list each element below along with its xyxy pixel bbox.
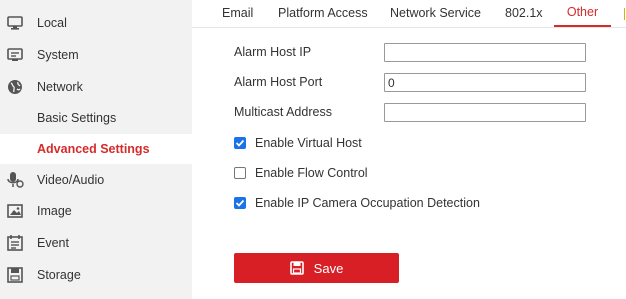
monitor-icon [6,14,24,32]
save-button[interactable]: Save [234,253,399,283]
tab-platform-access[interactable]: Platform Access [278,0,368,27]
multicast-address-label: Multicast Address [234,105,332,119]
globe-icon [6,78,24,96]
sidebar-item-label: Storage [37,268,81,282]
sidebar-item-advanced-settings[interactable]: Advanced Settings [0,134,192,164]
sidebar-item-label: Local [37,16,67,30]
alarm-host-ip-label: Alarm Host IP [234,45,312,59]
sidebar-item-storage[interactable]: Storage [0,260,192,290]
storage-icon [6,266,24,284]
sidebar-item-label: Event [37,236,69,250]
image-icon [6,202,24,220]
sidebar-item-event[interactable]: Event [0,228,192,258]
sidebar: Local System Network Basic Settings Adva… [0,0,192,299]
tab-email[interactable]: Email [222,0,253,27]
enable-virtual-host-checkbox[interactable] [234,137,246,149]
sidebar-item-label: Advanced Settings [37,142,150,156]
alarm-host-port-label: Alarm Host Port [234,75,323,89]
tab-network-service[interactable]: Network Service [390,0,481,27]
multicast-address-input[interactable] [384,103,586,122]
sidebar-item-label: System [37,48,79,62]
sidebar-item-label: Basic Settings [37,111,117,125]
enable-ip-camera-occupation-detection-label: Enable IP Camera Occupation Detection [255,196,480,210]
tab-other[interactable]: Other [554,0,611,27]
sidebar-item-network[interactable]: Network [0,72,192,102]
enable-virtual-host-label: Enable Virtual Host [255,136,362,150]
enable-flow-control-checkbox[interactable] [234,167,246,179]
system-icon [6,46,24,64]
sidebar-item-local[interactable]: Local [0,8,192,38]
sidebar-item-label: Network [37,80,83,94]
sidebar-item-system[interactable]: System [0,40,192,70]
enable-ip-camera-occupation-detection-checkbox[interactable] [234,197,246,209]
alarm-host-ip-input[interactable] [384,43,586,62]
video-audio-icon [6,171,24,189]
save-icon [289,261,304,275]
sidebar-item-basic-settings[interactable]: Basic Settings [0,103,192,133]
event-icon [6,234,24,252]
checkmark-icon [235,139,245,147]
enable-flow-control-label: Enable Flow Control [255,166,368,180]
sidebar-item-video-audio[interactable]: Video/Audio [0,165,192,195]
sidebar-item-label: Video/Audio [37,173,105,187]
alarm-host-port-input[interactable] [384,73,586,92]
tab-802-1x[interactable]: 802.1x [505,0,543,27]
save-button-label: Save [313,260,344,276]
tab-overflow-edge [624,8,625,20]
sidebar-item-label: Image [37,204,72,218]
sidebar-item-image[interactable]: Image [0,196,192,226]
checkmark-icon [235,199,245,207]
